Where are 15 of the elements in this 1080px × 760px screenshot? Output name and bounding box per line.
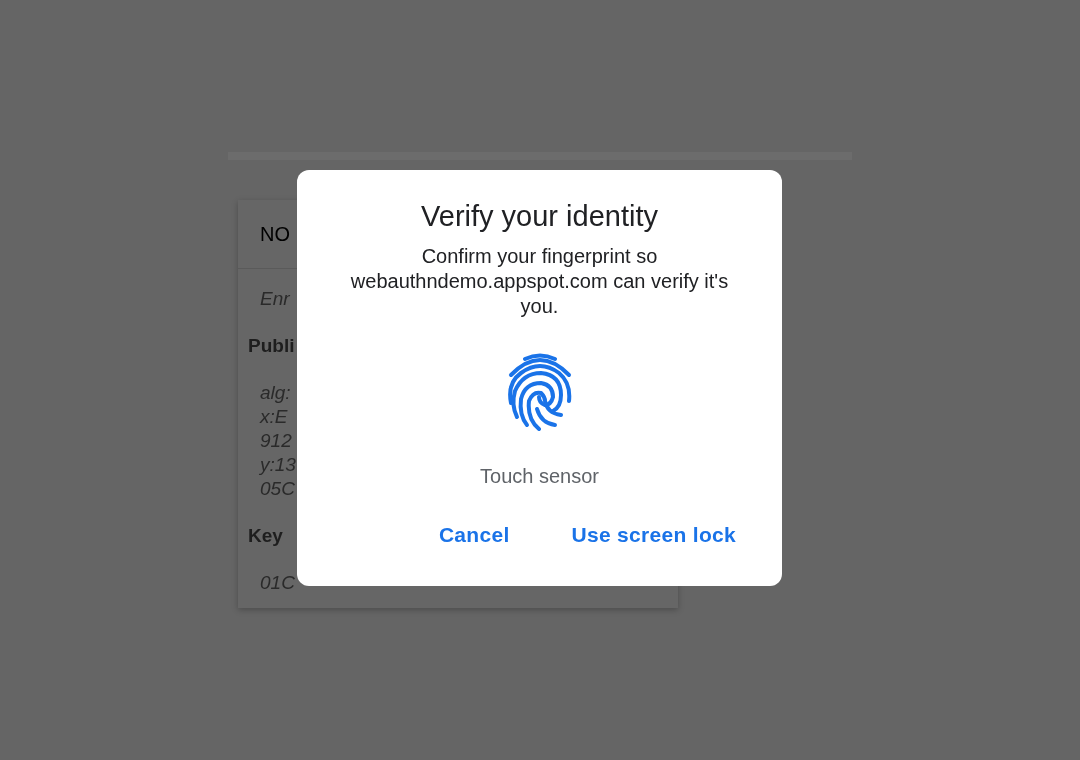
status-text: Touch sensor (480, 465, 599, 488)
dialog-message: Confirm your fingerprint so webauthndemo.appspot.com can verify it's you. (349, 244, 730, 319)
card-text: 01C (259, 571, 295, 595)
dialog-title: Verify your identity (421, 199, 658, 234)
card-text: Enr (259, 287, 290, 311)
card-text: 912 (259, 429, 292, 453)
card-text: x:E (258, 405, 288, 429)
card-header: NO (260, 222, 290, 246)
section-heading: Publi (248, 334, 295, 358)
card-text: alg: (259, 381, 291, 405)
screen-lock-button[interactable]: Use screen lock (565, 519, 742, 551)
section-heading: Key (248, 524, 283, 548)
card-text: y:13 (258, 453, 296, 477)
cancel-button[interactable]: Cancel (432, 519, 516, 551)
card-text: 05C (259, 477, 295, 501)
